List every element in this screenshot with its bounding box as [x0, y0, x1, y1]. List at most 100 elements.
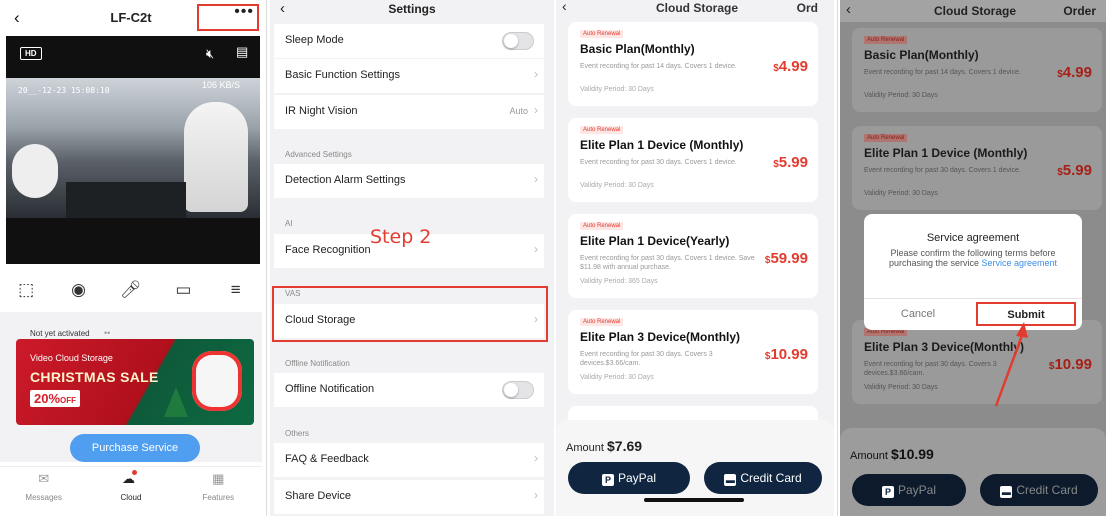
highlight-box-cloud-storage — [272, 286, 548, 342]
price-value: 59.99 — [770, 250, 808, 267]
camera-in-frame — [184, 102, 248, 212]
row-ir-night-vision[interactable]: IR Night Vision Auto › — [274, 95, 544, 129]
tab-label: Messages — [25, 493, 62, 502]
row-label: Share Device — [285, 490, 352, 502]
auto-renewal-tag: Auto Renewal — [580, 222, 624, 230]
layout-icon[interactable]: ▤ — [236, 44, 248, 60]
camera-icon[interactable]: ◉ — [64, 280, 94, 300]
video-record-icon[interactable]: ▭ — [168, 280, 198, 300]
plan-price: $4.99 — [773, 58, 808, 75]
row-label: FAQ & Feedback — [285, 453, 369, 465]
order-link[interactable]: Ord — [797, 1, 818, 15]
hd-toggle[interactable]: HD — [20, 47, 42, 60]
divider — [837, 0, 838, 516]
plan-name: Elite Plan 1 Device(Yearly) — [580, 234, 730, 248]
auto-renewal-tag: Auto Renewal — [580, 30, 624, 38]
highlight-box-more — [197, 4, 259, 31]
row-label: Offline Notification — [285, 383, 375, 395]
tab-features[interactable]: ▦ Features — [183, 467, 253, 506]
credit-card-icon: ▬ — [724, 474, 737, 486]
bitrate: 106 KB/S — [201, 80, 240, 90]
plan-validity: Validity Period: 30 Days — [580, 182, 654, 189]
plan-validity: Validity Period: 30 Days — [580, 86, 654, 93]
object-in-frame — [12, 144, 58, 198]
gift-camera-icon — [192, 351, 242, 411]
row-offline-notification[interactable]: Offline Notification — [274, 373, 544, 407]
plan-price: $10.99 — [765, 346, 808, 363]
credit-card-button[interactable]: ▬ Credit Card — [704, 462, 822, 494]
section-ai: AI — [285, 219, 293, 228]
plan-description: Event recording for past 14 days. Covers… — [580, 63, 737, 70]
auto-renewal-tag: Auto Renewal — [580, 126, 624, 134]
tab-messages[interactable]: ✉ Messages — [9, 467, 79, 506]
live-video[interactable]: HD 🔇︎ ▤ 20__-12-23 15:08:10 106 KB/S — [6, 36, 260, 264]
christmas-sale-banner[interactable]: Video Cloud Storage CHRISTMAS SALE 20%OF… — [16, 339, 254, 425]
banner-subtitle: Video Cloud Storage — [30, 353, 113, 363]
header: ‹ Cloud Storage Ord — [556, 0, 834, 16]
video-frame — [6, 78, 260, 218]
row-label: Basic Function Settings — [285, 69, 400, 81]
plan-description: Event recording for past 30 days. Covers… — [580, 351, 713, 367]
section-offline: Offline Notification — [285, 359, 350, 368]
activation-status: Not yet activated — [30, 329, 90, 338]
auto-renewal-tag: Auto Renewal — [580, 318, 624, 326]
plan-card[interactable]: Auto Renewal Elite Plan 1 Device(Yearly)… — [568, 214, 818, 298]
back-icon[interactable]: ‹ — [562, 0, 567, 14]
mute-icon[interactable]: 🔇︎ — [206, 46, 214, 62]
section-advanced: Advanced Settings — [285, 150, 352, 159]
arrow-shaft — [994, 329, 1026, 407]
sleep-mode-toggle[interactable] — [502, 32, 534, 50]
amount-value: 7.69 — [614, 438, 643, 454]
tab-label: Features — [202, 493, 235, 502]
settings-screen: ‹ Settings Sleep Mode Basic Function Set… — [270, 0, 554, 516]
row-detection-alarm-settings[interactable]: Detection Alarm Settings › — [274, 164, 544, 198]
row-basic-function-settings[interactable]: Basic Function Settings › — [274, 59, 544, 93]
tab-cloud[interactable]: ☁ Cloud — [96, 467, 166, 506]
plan-card[interactable]: Auto Renewal Elite Plan 1 Device (Monthl… — [568, 118, 818, 202]
header: ‹ Settings — [270, 0, 554, 18]
row-label: Sleep Mode — [285, 34, 344, 46]
ir-value: Auto — [509, 106, 528, 116]
expand-icon[interactable]: ≡ — [221, 280, 251, 300]
cloud-icon: ☁ — [121, 470, 137, 486]
divider — [266, 0, 267, 516]
discount-badge: 20%OFF — [30, 390, 81, 407]
microphone-icon[interactable]: 🎤︎ — [116, 280, 146, 300]
chevron-right-icon: › — [534, 172, 538, 186]
banner-title: CHRISTMAS SALE — [30, 369, 159, 385]
arrow-head — [1016, 322, 1028, 338]
paypal-label: PayPal — [617, 471, 657, 485]
page-title: Cloud Storage — [656, 1, 739, 15]
row-sleep-mode[interactable]: Sleep Mode — [274, 24, 544, 58]
video-timestamp: 20__-12-23 15:08:10 — [18, 86, 110, 95]
purchase-service-button[interactable]: Purchase Service — [70, 434, 200, 462]
plan-name: Elite Plan 1 Device (Monthly) — [580, 138, 744, 152]
plan-price: $5.99 — [773, 154, 808, 171]
home-indicator — [644, 498, 744, 502]
grid-icon: ▦ — [212, 471, 225, 486]
tree-icon — [164, 387, 188, 417]
chevron-right-icon: › — [534, 242, 538, 256]
screenshot-frame-icon[interactable]: ⬚ — [11, 280, 41, 300]
chevron-right-icon: › — [534, 67, 538, 81]
row-faq-feedback[interactable]: FAQ & Feedback › — [274, 443, 544, 477]
paypal-button[interactable]: P PayPal — [568, 462, 690, 494]
plan-description: Event recording for past 30 days. Covers… — [580, 255, 755, 271]
price-value: 10.99 — [770, 346, 808, 363]
annotation-arrow — [994, 322, 1028, 407]
row-share-device[interactable]: Share Device › — [274, 480, 544, 514]
offline-notification-toggle[interactable] — [502, 381, 534, 399]
credit-card-label: Credit Card — [740, 471, 802, 485]
plan-card[interactable]: Auto Renewal Basic Plan(Monthly) Event r… — [568, 22, 818, 106]
row-label: Face Recognition — [285, 244, 371, 256]
desk-in-frame — [66, 182, 186, 218]
message-icon: ✉ — [38, 471, 50, 486]
control-toolbar: ⬚ ◉ 🎤︎ ▭ ≡ — [0, 272, 262, 308]
price-value: 5.99 — [778, 154, 808, 171]
more-dots-icon: •• — [104, 328, 111, 338]
currency: $ — [606, 438, 615, 454]
plan-card[interactable]: Auto Renewal Elite Plan 3 Device(Monthly… — [568, 310, 818, 394]
step-annotation: Step 2 — [370, 226, 432, 248]
section-others: Others — [285, 429, 310, 438]
tab-label: Cloud — [120, 493, 142, 502]
